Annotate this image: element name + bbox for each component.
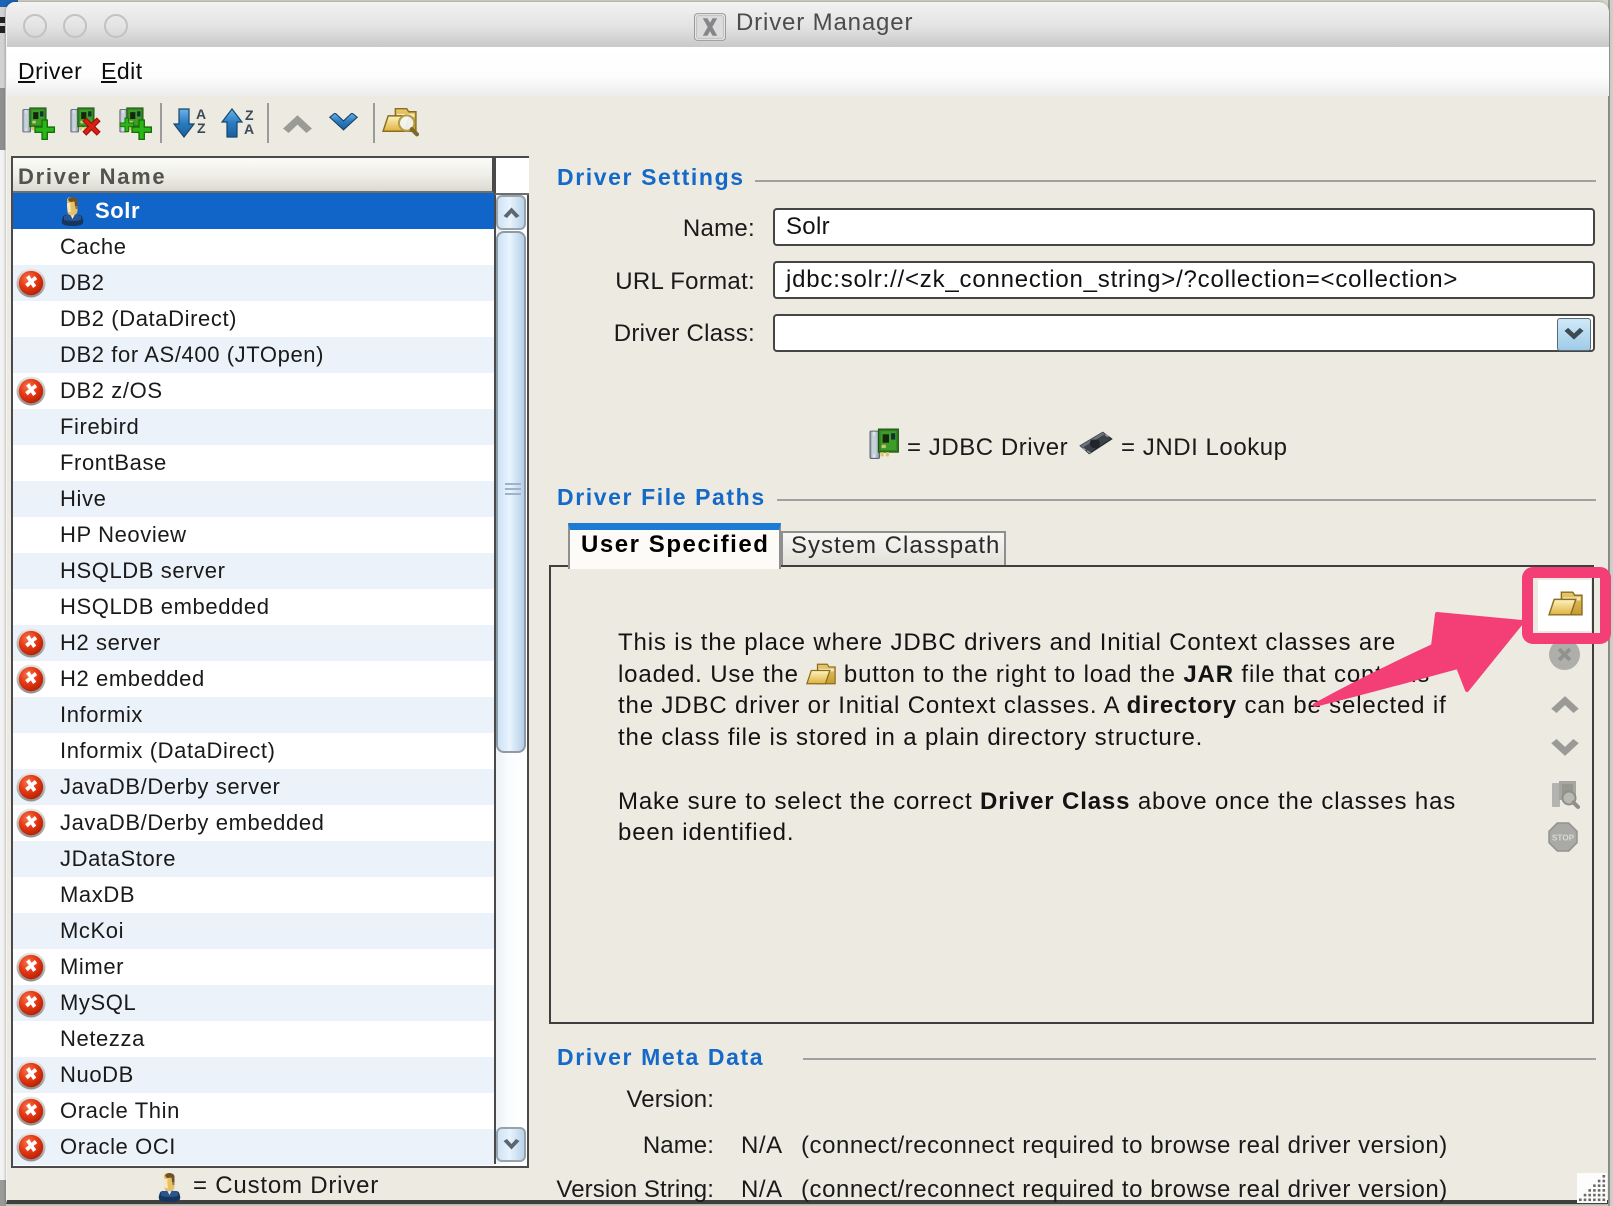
svg-text:A: A: [244, 121, 254, 137]
svg-text:Z: Z: [197, 120, 206, 136]
